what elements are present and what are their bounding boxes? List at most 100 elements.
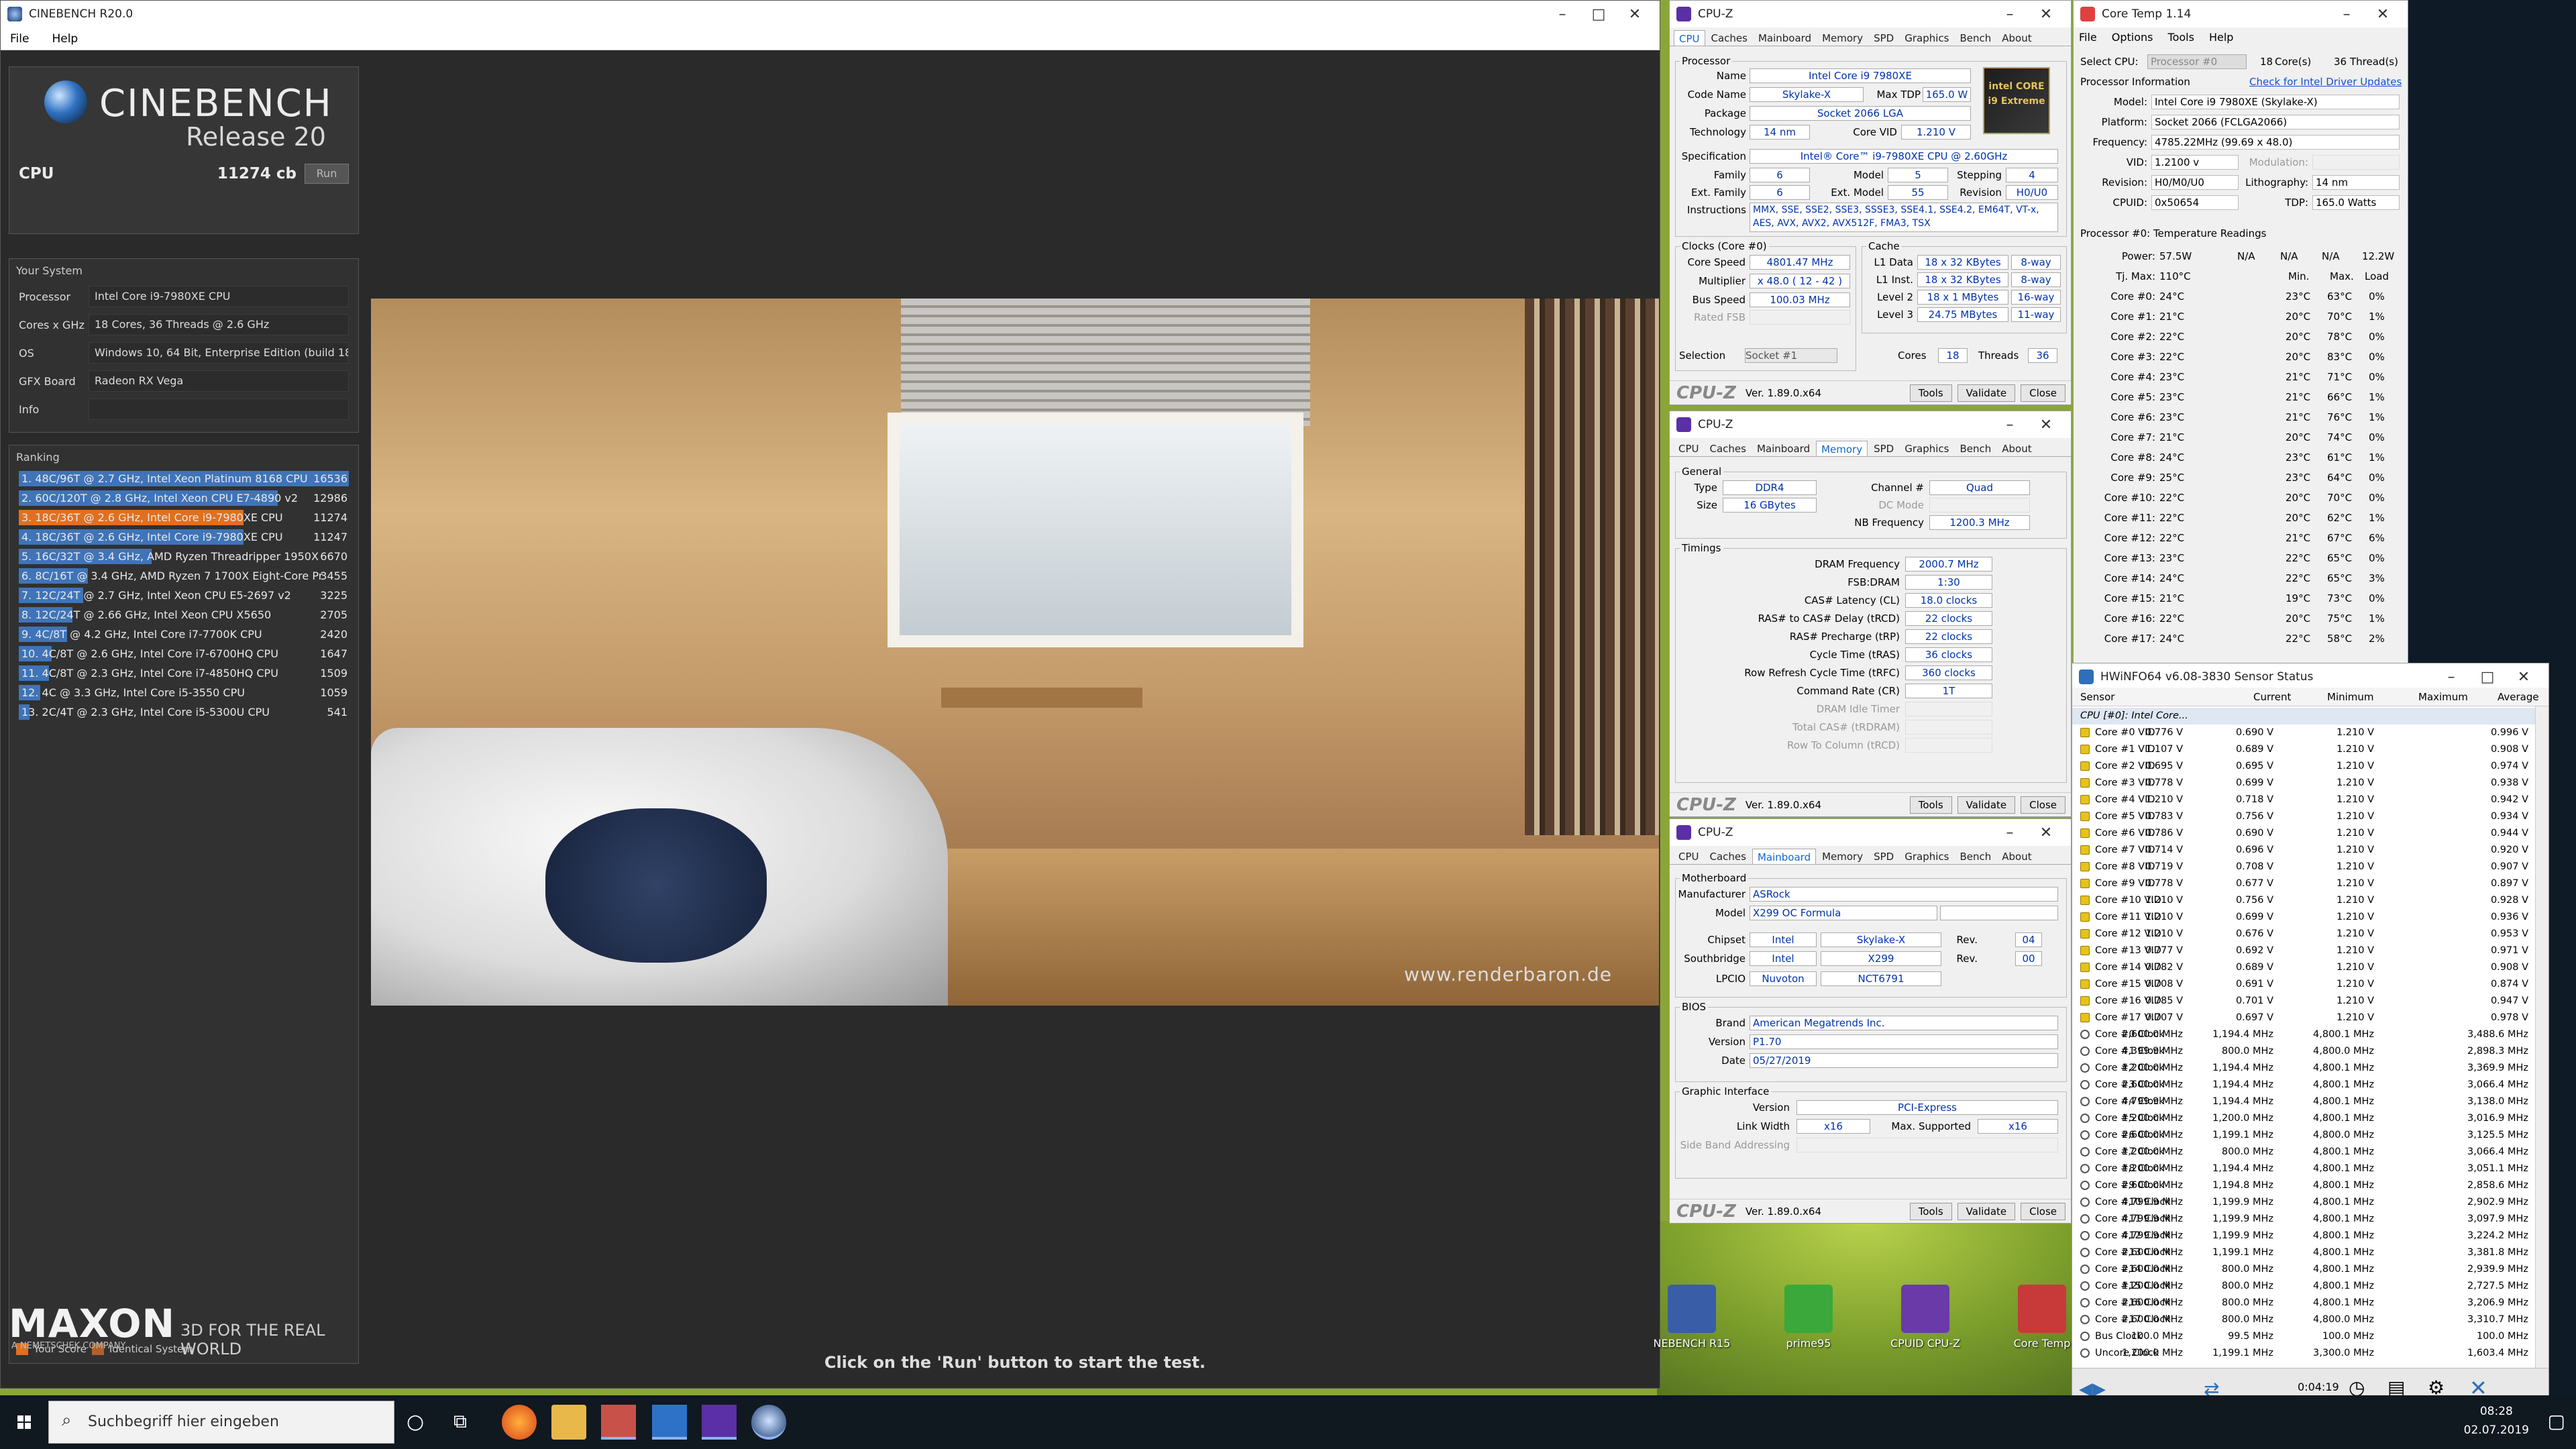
- ranking-row[interactable]: 7. 12C/24T @ 2.7 GHz, Intel Xeon CPU E5-…: [19, 586, 349, 605]
- sensor-row[interactable]: Core #8 VID 0.719 V 0.708 V 1.210 V 0.907 V: [2072, 859, 2535, 875]
- tab-cpu[interactable]: CPU: [1674, 30, 1705, 46]
- sensor-row[interactable]: Core #9 Clock 2,600.0 MHz 1,194.8 MHz 4,800…: [2072, 1177, 2535, 1194]
- maximize-icon[interactable]: □: [2469, 669, 2506, 686]
- sensor-row[interactable]: Core #15 VID 0.708 V 0.691 V 1.210 V 0.874 V: [2072, 976, 2535, 993]
- sensor-row[interactable]: Core #9 VID 0.778 V 0.677 V 1.210 V 0.897 V: [2072, 875, 2535, 892]
- minimize-icon[interactable]: –: [1992, 417, 2028, 433]
- sensor-row[interactable]: Core #10 Clock 4,799.9 MHz 1,199.9 MHz 4,80…: [2072, 1194, 2535, 1211]
- tab-about[interactable]: About: [1997, 30, 2036, 46]
- notification-icon[interactable]: ▢: [2548, 1410, 2565, 1432]
- sensor-row[interactable]: Core #1 Clock 4,399.9 MHz 800.0 MHz 4,800.0…: [2072, 1043, 2535, 1060]
- processor-select[interactable]: Processor #0: [2147, 54, 2247, 69]
- sensor-row[interactable]: Core #13 Clock 2,600.0 MHz 1,199.1 MHz 4,80…: [2072, 1244, 2535, 1261]
- tools-button[interactable]: Tools: [1909, 384, 1952, 402]
- validate-button[interactable]: Validate: [1957, 1202, 2016, 1220]
- ranking-row[interactable]: 12. 4C @ 3.3 GHz, Intel Core i5-3550 CPU…: [19, 683, 349, 702]
- tab-bench[interactable]: Bench: [1955, 849, 1996, 864]
- sensor-row[interactable]: Core #4 VID 1.210 V 0.718 V 1.210 V 0.942 V: [2072, 792, 2535, 808]
- coretemp-titlebar[interactable]: Core Temp 1.14 – ✕: [2074, 1, 2408, 28]
- sensor-row[interactable]: Core #1 VID 1.107 V 0.689 V 1.210 V 0.908 V: [2072, 741, 2535, 758]
- close-button[interactable]: Close: [2021, 384, 2065, 402]
- run-button[interactable]: Run: [305, 164, 349, 184]
- driver-update-link[interactable]: Check for Intel Driver Updates: [2249, 72, 2402, 92]
- tools-button[interactable]: Tools: [1909, 1202, 1952, 1220]
- sensor-row[interactable]: Core #12 VID 1.210 V 0.676 V 1.210 V 0.953 V: [2072, 926, 2535, 943]
- sensor-row[interactable]: Core #10 VID 1.210 V 0.756 V 1.210 V 0.928 V: [2072, 892, 2535, 909]
- cortana-icon[interactable]: ○: [407, 1410, 424, 1434]
- col-sensor[interactable]: Sensor: [2080, 691, 2114, 703]
- close-icon[interactable]: ✕: [1617, 6, 1653, 23]
- tab-about[interactable]: About: [1997, 441, 2036, 456]
- sensor-row[interactable]: Core #16 Clock 2,600.0 MHz 800.0 MHz 4,800.…: [2072, 1295, 2535, 1311]
- menu-options[interactable]: Options: [2112, 31, 2153, 44]
- tab-graphics[interactable]: Graphics: [1900, 30, 1953, 46]
- menu-help[interactable]: Help: [2209, 31, 2233, 44]
- close-icon[interactable]: ✕: [2028, 6, 2064, 23]
- ranking-row[interactable]: 4. 18C/36T @ 2.6 GHz, Intel Core i9-7980…: [19, 527, 349, 547]
- start-button[interactable]: [0, 1395, 48, 1449]
- col-average[interactable]: Average: [2498, 691, 2539, 703]
- sensor-row[interactable]: Core #2 VID 0.695 V 0.695 V 1.210 V 0.974 V: [2072, 758, 2535, 775]
- sensor-row[interactable]: Core #3 VID 0.778 V 0.699 V 1.210 V 0.938 V: [2072, 775, 2535, 792]
- tab-graphics[interactable]: Graphics: [1900, 441, 1953, 456]
- hwinfo-window[interactable]: HWiNFO64 v6.08-3830 Sensor Status – □ ✕ Sen…: [2072, 663, 2549, 1409]
- minimize-icon[interactable]: –: [1992, 824, 2028, 841]
- sensor-row[interactable]: Core #13 VID 0.777 V 0.692 V 1.210 V 0.971 V: [2072, 943, 2535, 959]
- ranking-row[interactable]: 1. 48C/96T @ 2.7 GHz, Intel Xeon Platinu…: [19, 469, 349, 488]
- tab-bench[interactable]: Bench: [1955, 30, 1996, 46]
- tab-mainboard[interactable]: Mainboard: [1752, 849, 1817, 864]
- tab-memory[interactable]: Memory: [1817, 30, 1868, 46]
- sensor-row[interactable]: Core #7 VID 0.714 V 0.696 V 1.210 V 0.920 V: [2072, 842, 2535, 859]
- hwinfo-taskbar-icon[interactable]: [652, 1405, 687, 1440]
- cpuz-taskbar-icon[interactable]: [702, 1405, 737, 1440]
- cinebench-window[interactable]: CINEBENCH R20.0 – □ ✕ File Help CINEBENC…: [0, 0, 1660, 1389]
- sensor-row[interactable]: Core #6 Clock 2,600.0 MHz 1,199.1 MHz 4,800…: [2072, 1127, 2535, 1144]
- menu-file[interactable]: File: [2079, 31, 2097, 44]
- sensor-row[interactable]: Core #12 Clock 4,799.9 MHz 1,199.9 MHz 4,80…: [2072, 1228, 2535, 1244]
- minimize-icon[interactable]: –: [1544, 6, 1580, 23]
- minimize-icon[interactable]: –: [1992, 6, 2028, 23]
- sensor-row[interactable]: Core #14 VID 0.782 V 0.689 V 1.210 V 0.908 V: [2072, 959, 2535, 976]
- sensor-row[interactable]: Core #4 Clock 4,799.9 MHz 1,194.4 MHz 4,800…: [2072, 1093, 2535, 1110]
- tab-caches[interactable]: Caches: [1705, 849, 1751, 864]
- tab-spd[interactable]: SPD: [1869, 30, 1898, 46]
- close-icon[interactable]: ✕: [2506, 669, 2542, 686]
- sensor-row[interactable]: Core #7 Clock 1,200.0 MHz 800.0 MHz 4,800.1…: [2072, 1144, 2535, 1161]
- tab-cpu[interactable]: CPU: [1674, 441, 1704, 456]
- validate-button[interactable]: Validate: [1957, 384, 2016, 402]
- cpuz-titlebar[interactable]: CPU-Z – ✕: [1670, 1, 2071, 28]
- hwinfo-titlebar[interactable]: HWiNFO64 v6.08-3830 Sensor Status – □ ✕: [2072, 663, 2548, 690]
- menu-tools[interactable]: Tools: [2168, 31, 2194, 44]
- cpuz-memory-window[interactable]: CPU-Z – ✕ CPU Caches Mainboard Memory SPD Graph…: [1669, 411, 2072, 817]
- tab-caches[interactable]: Caches: [1707, 30, 1752, 46]
- sensor-row[interactable]: Core #17 VID 0.707 V 0.697 V 1.210 V 0.978 V: [2072, 1010, 2535, 1026]
- sensor-row[interactable]: Core #15 Clock 1,200.0 MHz 800.0 MHz 4,800.…: [2072, 1278, 2535, 1295]
- firefox-icon[interactable]: [502, 1405, 537, 1440]
- close-button[interactable]: Close: [2021, 796, 2065, 814]
- sensor-row[interactable]: Core #11 VID 1.210 V 0.699 V 1.210 V 0.936 V: [2072, 909, 2535, 926]
- sensor-row[interactable]: Core #8 Clock 1,200.0 MHz 1,194.4 MHz 4,800…: [2072, 1161, 2535, 1177]
- coretemp-taskbar-icon[interactable]: [601, 1405, 636, 1440]
- col-minimum[interactable]: Minimum: [2327, 691, 2374, 703]
- ranking-row[interactable]: 9. 4C/8T @ 4.2 GHz, Intel Core i7-7700K …: [19, 625, 349, 644]
- file-explorer-icon[interactable]: [551, 1405, 586, 1440]
- tab-about[interactable]: About: [1997, 849, 2036, 864]
- sensor-row[interactable]: Core #16 VID 0.785 V 0.701 V 1.210 V 0.947 V: [2072, 993, 2535, 1010]
- menu-help[interactable]: Help: [52, 32, 78, 46]
- coretemp-window[interactable]: Core Temp 1.14 – ✕ File Options Tools Help Se…: [2073, 0, 2408, 664]
- cpuz-titlebar[interactable]: CPU-Z – ✕: [1670, 411, 2071, 438]
- tab-cpu[interactable]: CPU: [1674, 849, 1704, 864]
- sensor-row[interactable]: Core #6 VID 0.786 V 0.690 V 1.210 V 0.944 V: [2072, 825, 2535, 842]
- task-view-icon[interactable]: ⧉: [453, 1410, 467, 1433]
- ranking-row[interactable]: 13. 2C/4T @ 2.3 GHz, Intel Core i5-5300U…: [19, 702, 349, 722]
- sensor-row[interactable]: Uncore Clock 1,200.0 MHz 1,199.1 MHz 3,300.…: [2072, 1345, 2535, 1362]
- close-icon[interactable]: ✕: [2028, 417, 2064, 433]
- socket-select[interactable]: Socket #1: [1745, 348, 1837, 363]
- system-clock[interactable]: 08:28 02.07.2019: [2464, 1402, 2529, 1440]
- sensor-row[interactable]: Core #2 Clock 1,200.0 MHz 1,194.4 MHz 4,800…: [2072, 1060, 2535, 1077]
- ranking-row[interactable]: 10. 4C/8T @ 2.6 GHz, Intel Core i7-6700H…: [19, 644, 349, 663]
- sensor-row[interactable]: Core #17 Clock 2,600.0 MHz 800.0 MHz 4,800.…: [2072, 1311, 2535, 1328]
- validate-button[interactable]: Validate: [1957, 796, 2016, 814]
- search-input[interactable]: Suchbegriff hier eingeben: [48, 1401, 394, 1444]
- tab-mainboard[interactable]: Mainboard: [1752, 441, 1815, 456]
